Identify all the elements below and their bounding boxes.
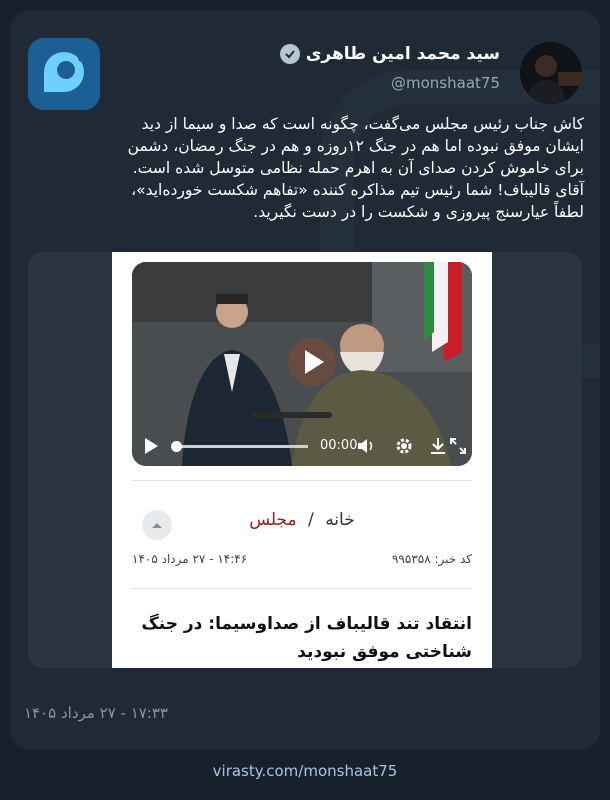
volume-icon[interactable] xyxy=(356,436,376,460)
app-logo-icon xyxy=(28,38,100,110)
video-player[interactable]: 00:00 xyxy=(132,262,472,466)
source-link[interactable]: virasty.com/monshaat75 xyxy=(0,762,610,780)
author-handle[interactable]: @monshaat75 xyxy=(391,74,500,92)
tweet-line: آقای قالیباف! شما رئیس تیم مذاکره کننده … xyxy=(131,181,584,199)
breadcrumb-separator: / xyxy=(308,510,314,530)
news-datetime: ۱۴:۴۶ - ۲۷ مرداد ۱۴۰۵ xyxy=(132,552,248,566)
breadcrumb-home[interactable]: خانه xyxy=(325,510,355,530)
avatar[interactable] xyxy=(520,42,582,104)
video-frame xyxy=(132,262,472,466)
progress-handle[interactable] xyxy=(171,441,182,452)
author-name[interactable]: سید محمد امین طاهری xyxy=(306,44,500,64)
video-time: 00:00 xyxy=(320,438,358,453)
breadcrumb: خانه / مجلس xyxy=(112,510,492,530)
progress-bar[interactable] xyxy=(171,441,308,452)
headline-line: شناختی موفق نبودید xyxy=(297,642,472,662)
fullscreen-icon[interactable] xyxy=(448,436,468,460)
breadcrumb-section[interactable]: مجلس xyxy=(249,510,296,530)
attached-image[interactable]: 00:00 خانه / مجلس کد خبر: ۹۹۵۳۵۸ ۱۴:۴۶ -… xyxy=(28,252,582,668)
divider xyxy=(132,480,472,481)
news-screenshot: 00:00 خانه / مجلس کد خبر: ۹۹۵۳۵۸ ۱۴:۴۶ -… xyxy=(112,252,492,668)
download-icon[interactable] xyxy=(428,436,448,460)
gear-icon[interactable] xyxy=(394,436,414,460)
tweet-line: کاش جناب رئیس مجلس می‌گفت، چگونه است که … xyxy=(141,115,584,133)
divider xyxy=(132,588,472,589)
verified-badge-icon xyxy=(279,44,300,64)
news-code: کد خبر: ۹۹۵۳۵۸ xyxy=(391,552,472,566)
play-icon[interactable] xyxy=(142,436,160,460)
post-timestamp: ۱۷:۳۳ - ۲۷ مرداد ۱۴۰۵ xyxy=(24,704,168,722)
tweet-text: کاش جناب رئیس مجلس می‌گفت، چگونه است که … xyxy=(28,113,584,223)
tweet-line: ایشان موفق نبوده اما هم در جنگ ۱۲روزه و … xyxy=(127,137,584,155)
post-card: سید محمد امین طاهری @monshaat75 کاش جناب… xyxy=(10,10,600,750)
news-headline: انتقاد تند قالیباف از صداوسیما: در جنگ ش… xyxy=(132,610,472,666)
tweet-line: لطفاً عیارسنج پیروزی و شکست را در دست نگ… xyxy=(253,203,584,221)
tweet-line: برای خاموش کردن صدای آن به اهرم حمله نظا… xyxy=(132,159,584,177)
headline-line: انتقاد تند قالیباف از صداوسیما: در جنگ xyxy=(141,614,472,634)
author-name-row[interactable]: سید محمد امین طاهری xyxy=(279,44,500,64)
